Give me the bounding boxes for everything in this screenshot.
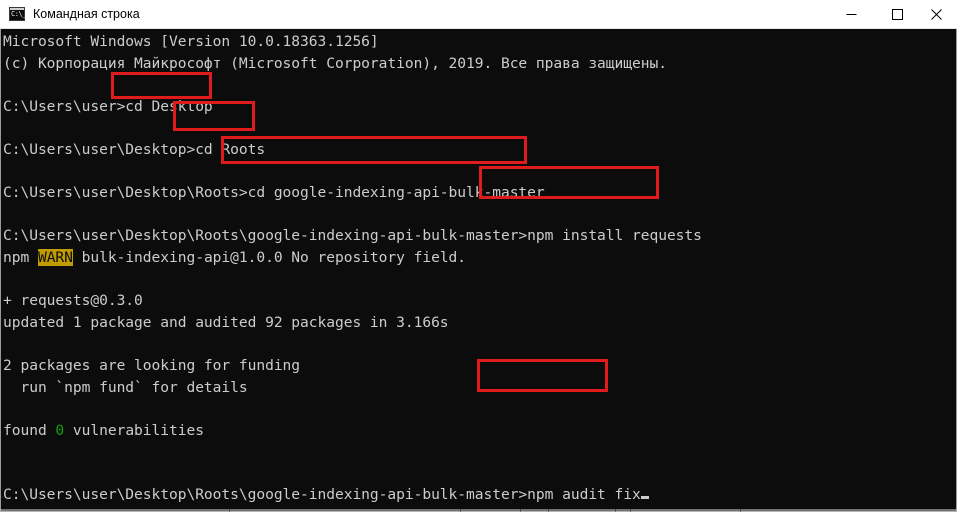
terminal-line	[3, 74, 955, 96]
cmd-icon: C:\_	[9, 7, 26, 21]
terminal-text: npm	[3, 248, 38, 266]
terminal-text: 2 packages are looking for funding	[3, 356, 301, 374]
terminal-line	[3, 398, 955, 420]
terminal-text: updated 1 package and audited 92 package…	[3, 313, 449, 331]
terminal-line: C:\Users\user>cd Desktop	[3, 96, 955, 118]
terminal-line	[3, 333, 955, 355]
terminal-output[interactable]: Microsoft Windows [Version 10.0.18363.12…	[2, 29, 955, 511]
cmd-icon-glyph: C:\_	[11, 10, 26, 18]
text-cursor	[640, 496, 649, 500]
minimize-icon	[846, 9, 857, 20]
terminal-text: found	[3, 421, 56, 439]
terminal-body[interactable]: Microsoft Windows [Version 10.0.18363.12…	[0, 29, 957, 512]
terminal-line: (c) Корпорация Майкрософт (Microsoft Cor…	[3, 53, 955, 75]
terminal-text: run `npm fund` for details	[3, 378, 248, 396]
terminal-line	[3, 269, 955, 291]
terminal-line: updated 1 package and audited 92 package…	[3, 312, 955, 334]
terminal-line: npm WARN bulk-indexing-api@1.0.0 No repo…	[3, 247, 955, 269]
terminal-line	[3, 161, 955, 183]
terminal-text: Microsoft Windows [Version 10.0.18363.12…	[3, 33, 379, 50]
terminal-line: C:\Users\user\Desktop\Roots\google-index…	[3, 484, 955, 506]
close-button[interactable]	[920, 0, 957, 29]
command-prompt-window: C:\_ Командная строка Microsoft Windows …	[0, 0, 957, 512]
terminal-line	[3, 204, 955, 226]
npm-warn-badge: WARN	[37, 248, 73, 266]
terminal-line	[3, 117, 955, 139]
terminal-line: C:\Users\user\Desktop\Roots\google-index…	[3, 225, 955, 247]
terminal-text: C:\Users\user\Desktop\Roots\google-index…	[3, 227, 702, 245]
terminal-text: + requests@0.3.0	[3, 292, 143, 310]
terminal-text: C:\Users\user\Desktop\Roots>cd google-in…	[3, 184, 545, 202]
terminal-line: + requests@0.3.0	[3, 290, 955, 312]
terminal-line	[3, 463, 955, 485]
terminal-line: found 0 vulnerabilities	[3, 420, 955, 442]
terminal-text: C:\Users\user\Desktop>cd Roots	[3, 140, 266, 158]
terminal-line: C:\Users\user\Desktop>cd Roots	[3, 139, 955, 161]
close-icon	[920, 8, 942, 20]
terminal-text: vulnerabilities	[64, 421, 204, 439]
terminal-text: bulk-indexing-api@1.0.0 No repository fi…	[72, 248, 467, 266]
terminal-text: C:\Users\user>cd Desktop	[3, 97, 213, 115]
window-title: Командная строка	[33, 7, 140, 21]
terminal-line	[3, 441, 955, 463]
terminal-line: C:\Users\user\Desktop\Roots>cd google-in…	[3, 182, 955, 204]
terminal-line: run `npm fund` for details	[3, 377, 955, 399]
vulnerability-count: 0	[55, 421, 65, 439]
minimize-button[interactable]	[828, 0, 874, 29]
terminal-text: C:\Users\user\Desktop\Roots\google-index…	[3, 486, 641, 504]
terminal-text: (c) Корпорация Майкрософт (Microsoft Cor…	[3, 54, 667, 72]
maximize-button[interactable]	[874, 0, 920, 29]
maximize-icon	[891, 8, 903, 20]
terminal-line: 2 packages are looking for funding	[3, 355, 955, 377]
terminal-line: Microsoft Windows [Version 10.0.18363.12…	[3, 31, 955, 53]
title-bar[interactable]: C:\_ Командная строка	[0, 0, 957, 29]
